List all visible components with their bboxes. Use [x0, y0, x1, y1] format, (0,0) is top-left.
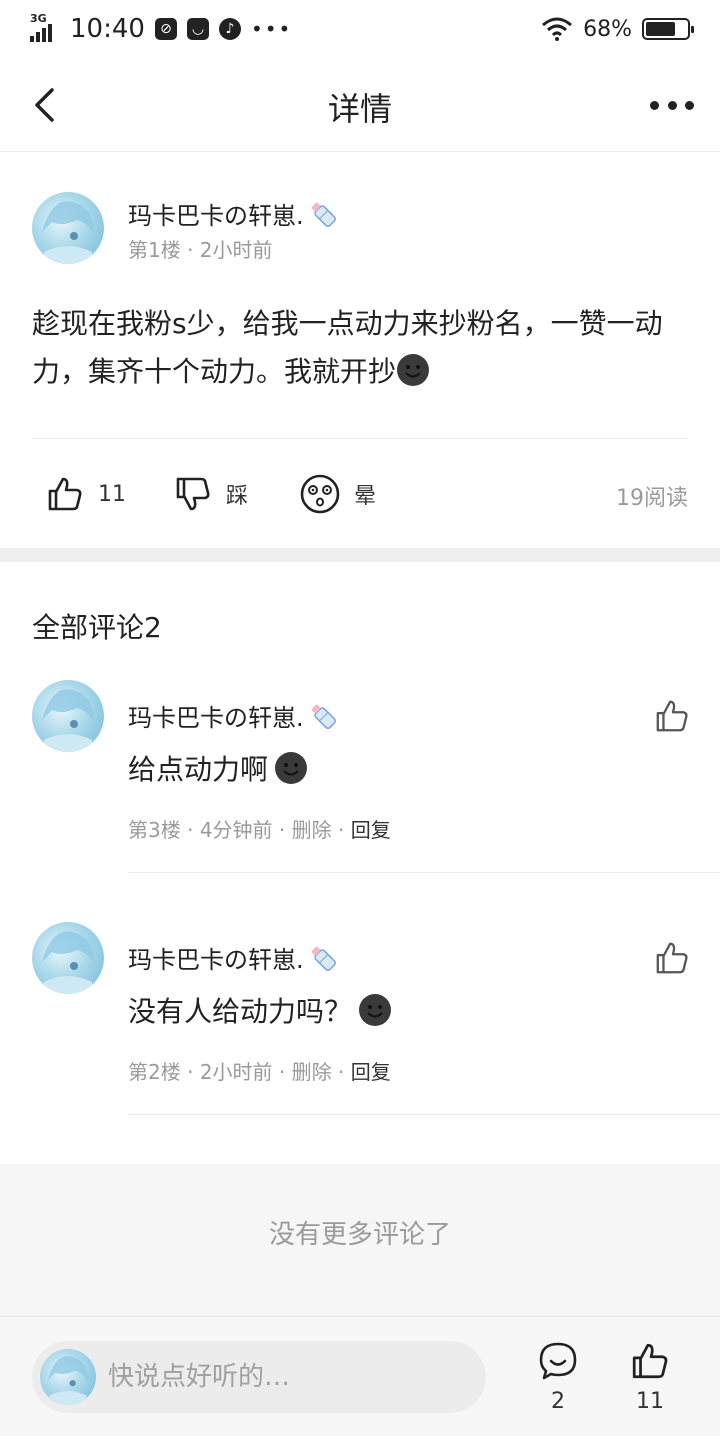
comment-username[interactable]: 玛卡巴卡の轩崽.	[128, 698, 340, 733]
music-icon: ♪	[218, 18, 241, 40]
comment-input-box[interactable]	[32, 1341, 486, 1413]
comment-meta: 第3楼 · 4分钟前 · 删除 · 回复	[128, 818, 391, 842]
thumbs-up-icon	[48, 477, 82, 511]
thumbs-down-icon	[176, 477, 210, 511]
divider	[128, 1114, 720, 1115]
comments-button[interactable]: 2	[528, 1341, 588, 1423]
comment-input[interactable]	[108, 1355, 468, 1399]
post-text: 趁现在我粉s少，给我一点动力来抄粉名，一赞一动力，集齐十个动力。我就开抄	[32, 307, 663, 388]
divider	[128, 872, 720, 873]
like-count: 11	[98, 481, 126, 507]
post-content: 趁现在我粉s少，给我一点动力来抄粉名，一赞一动力，集齐十个动力。我就开抄	[32, 300, 692, 396]
section-separator	[0, 548, 720, 562]
like-count: 11	[636, 1389, 664, 1414]
like-button[interactable]: 11	[46, 470, 126, 518]
smiling-face-icon	[275, 752, 308, 784]
comment-time: 2小时前	[199, 1060, 273, 1084]
bottom-bar: 2 11	[0, 1316, 720, 1436]
dizzy-face-icon	[300, 474, 340, 514]
comment-count: 2	[551, 1389, 565, 1414]
end-of-comments: 没有更多评论了	[0, 1164, 720, 1316]
comment-bubble-icon	[539, 1342, 577, 1380]
comment-content: 给点动力啊	[128, 748, 308, 788]
baby-bottle-icon	[311, 704, 336, 729]
avatar[interactable]	[32, 922, 104, 994]
thumbs-up-icon[interactable]	[654, 940, 690, 976]
status-time: 10:40	[70, 14, 145, 44]
baby-bottle-icon	[311, 946, 336, 971]
username-text: 玛卡巴卡の轩崽.	[128, 704, 304, 732]
comment-username[interactable]: 玛卡巴卡の轩崽.	[128, 940, 340, 975]
comments-header: 全部评论2	[32, 611, 162, 644]
comment-floor: 第2楼	[128, 1060, 181, 1084]
dizzy-label: 晕	[354, 484, 377, 509]
comment-meta: 第2楼 · 2小时前 · 删除 · 回复	[128, 1060, 391, 1084]
comment-content: 没有人给动力吗？	[128, 990, 392, 1030]
no-disturb-icon: ⊘	[154, 18, 177, 40]
status-bar: 3G 10:40 ⊘ ◡ ♪ ••• 68%	[0, 0, 720, 58]
nav-header: 详情	[0, 58, 720, 152]
more-options-button[interactable]	[650, 90, 694, 120]
no-more-text: 没有更多评论了	[268, 1220, 451, 1250]
comment-item: 玛卡巴卡の轩崽. 没有人给动力吗？ 第2楼 · 2小时前 · 删除 · 回复	[0, 922, 720, 1142]
username-text: 玛卡巴卡の轩崽.	[128, 202, 304, 230]
thumbs-up-icon	[632, 1343, 668, 1379]
username-text: 玛卡巴卡の轩崽.	[128, 946, 304, 974]
post-username[interactable]: 玛卡巴卡の轩崽.	[128, 196, 340, 231]
comment-text: 给点动力啊	[128, 753, 269, 786]
page-title: 详情	[327, 90, 392, 128]
battery-percent: 68%	[583, 16, 632, 42]
post-actions: 11 踩 晕 19阅读	[0, 470, 720, 518]
avatar[interactable]	[32, 680, 104, 752]
post-meta: 第1楼 · 2小时前	[128, 238, 273, 262]
reply-link[interactable]: 回复	[351, 818, 391, 842]
dislike-button[interactable]: 踩	[174, 470, 248, 518]
comment-item: 玛卡巴卡の轩崽. 给点动力啊 第3楼 · 4分钟前 · 删除 · 回复	[0, 680, 720, 900]
smiling-face-icon	[359, 994, 392, 1026]
divider	[32, 438, 688, 439]
avatar[interactable]	[32, 192, 104, 264]
dislike-label: 踩	[226, 484, 249, 509]
wifi-icon	[542, 17, 573, 41]
comment-time: 4分钟前	[199, 818, 273, 842]
comment-text: 没有人给动力吗？	[128, 995, 353, 1028]
avatar	[40, 1349, 96, 1405]
thumbs-up-icon[interactable]	[654, 698, 690, 734]
reply-link[interactable]: 回复	[351, 1060, 391, 1084]
delete-link[interactable]: 删除	[292, 818, 332, 842]
baby-bottle-icon	[311, 202, 336, 227]
dizzy-button[interactable]: 晕	[300, 470, 376, 518]
delete-link[interactable]: 删除	[292, 1060, 332, 1084]
battery-icon	[642, 18, 694, 40]
like-button[interactable]: 11	[620, 1341, 680, 1423]
taobao-icon: ◡	[186, 18, 209, 40]
more-dots-icon: •••	[250, 17, 293, 41]
smiling-face-icon	[397, 354, 430, 386]
comment-floor: 第3楼	[128, 818, 181, 842]
3g-signal-icon: 3G	[30, 12, 60, 44]
read-count: 19阅读	[616, 486, 688, 511]
